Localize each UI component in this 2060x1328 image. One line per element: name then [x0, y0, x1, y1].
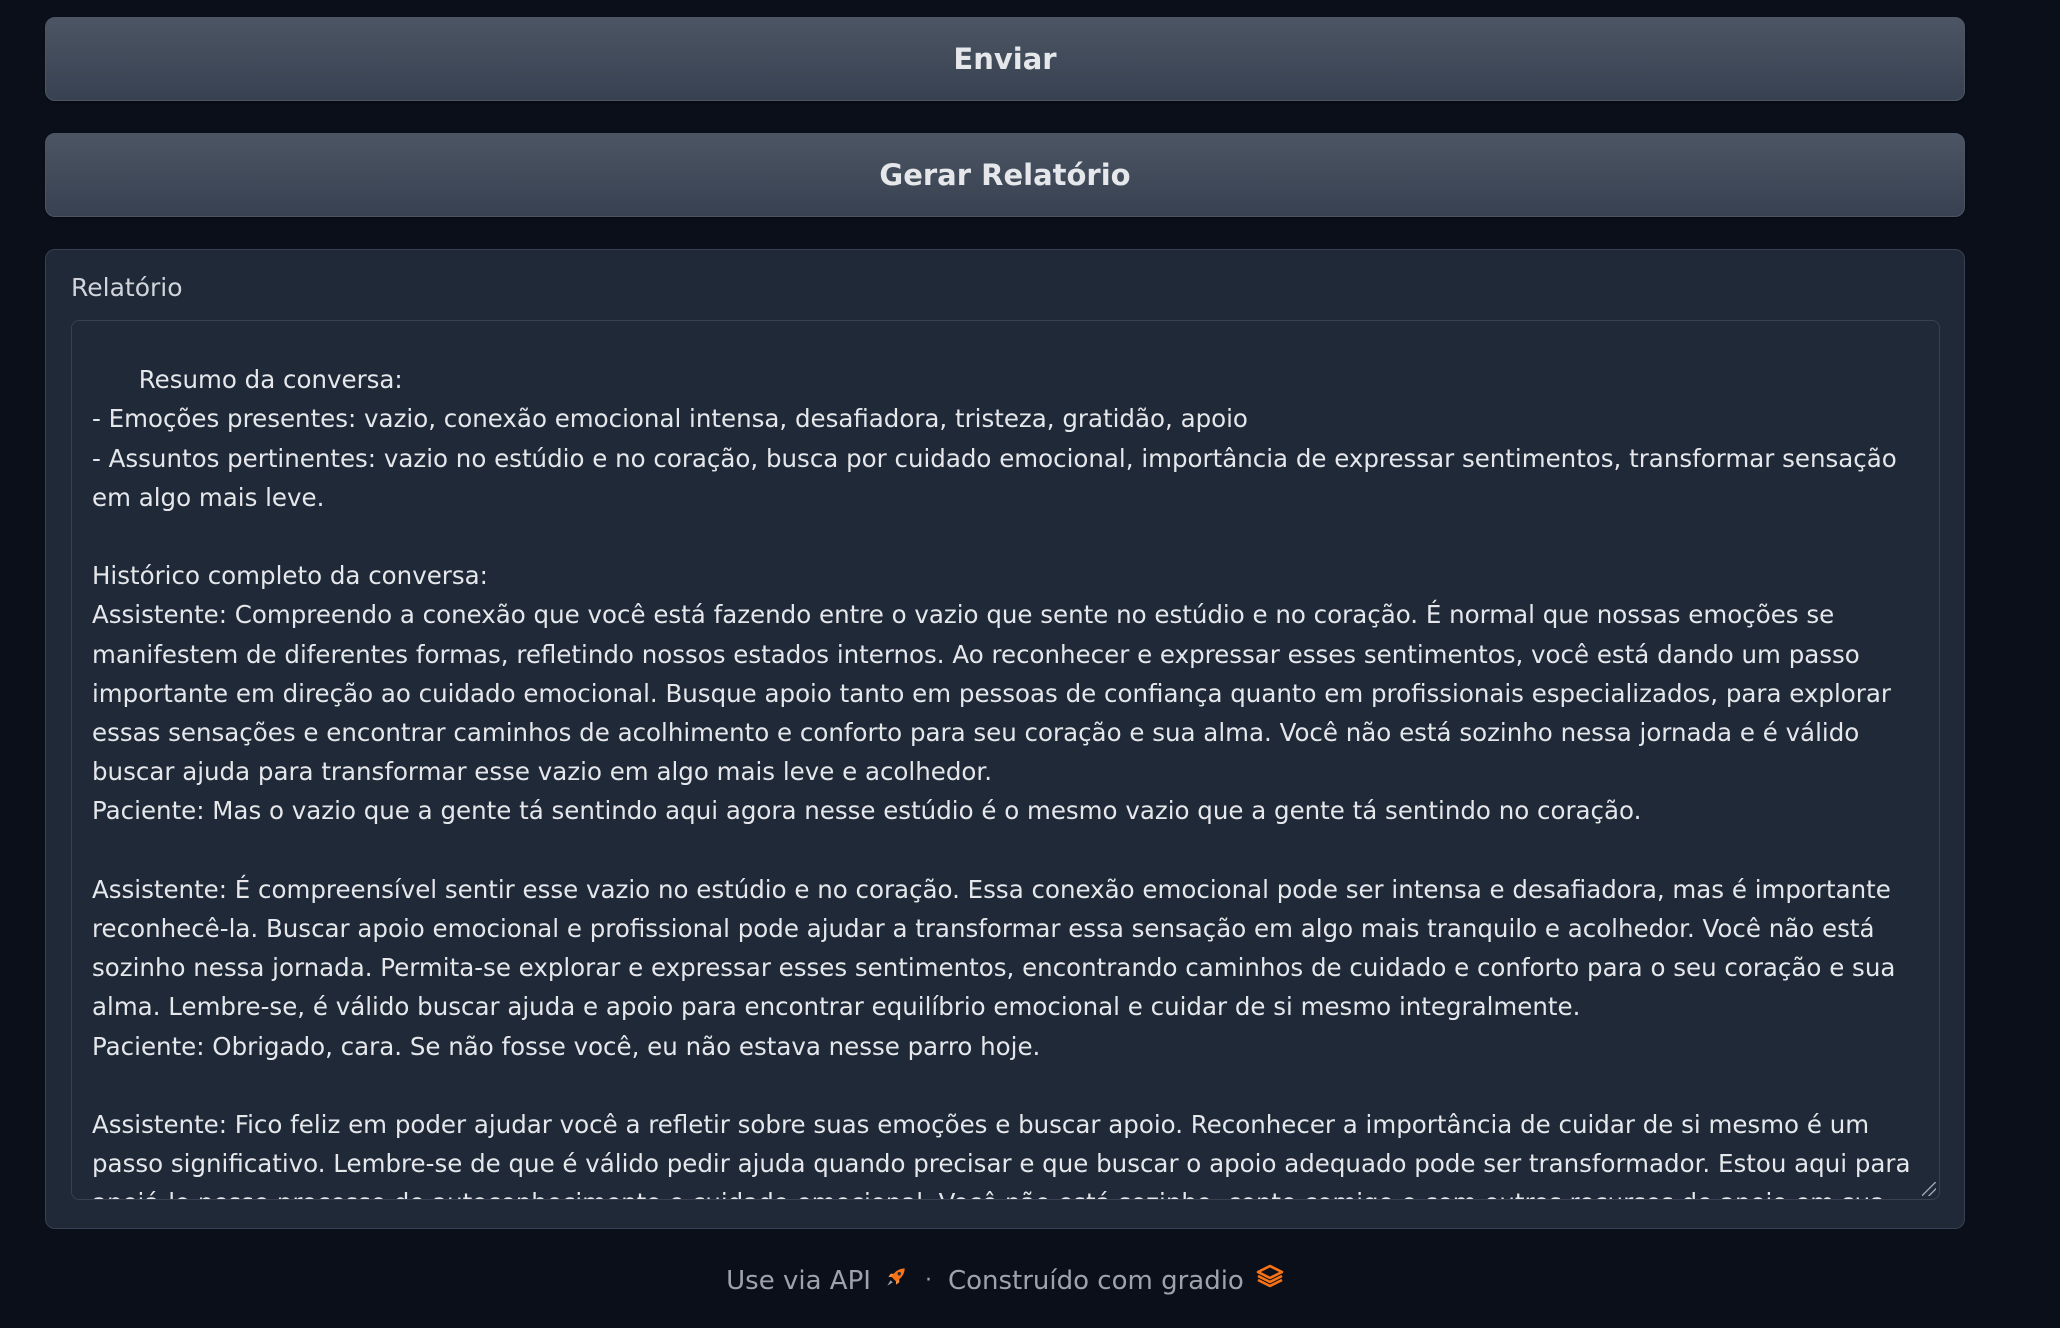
resize-handle-icon[interactable] [1922, 1182, 1936, 1196]
send-button[interactable]: Enviar [45, 17, 1965, 101]
footer: Use via API · Construído com gradio [0, 1264, 2010, 1297]
report-textarea[interactable]: Resumo da conversa: - Emoções presentes:… [71, 320, 1940, 1200]
built-with-label: Construído com gradio [947, 1265, 1244, 1296]
report-text: Resumo da conversa: - Emoções presentes:… [92, 365, 1911, 1199]
gradio-logo-icon [1256, 1264, 1284, 1297]
use-via-api-link[interactable]: Use via API [726, 1264, 909, 1297]
api-link-label: Use via API [726, 1265, 871, 1296]
generate-report-button[interactable]: Gerar Relatório [45, 133, 1965, 217]
rocket-icon [883, 1264, 909, 1297]
built-with-gradio-link[interactable]: Construído com gradio [948, 1264, 1284, 1297]
report-panel: Relatório Resumo da conversa: - Emoções … [45, 249, 1965, 1229]
app-container: Enviar Gerar Relatório Relatório Resumo … [45, 17, 1965, 1229]
report-label: Relatório [71, 273, 183, 302]
footer-separator: · [924, 1268, 932, 1293]
